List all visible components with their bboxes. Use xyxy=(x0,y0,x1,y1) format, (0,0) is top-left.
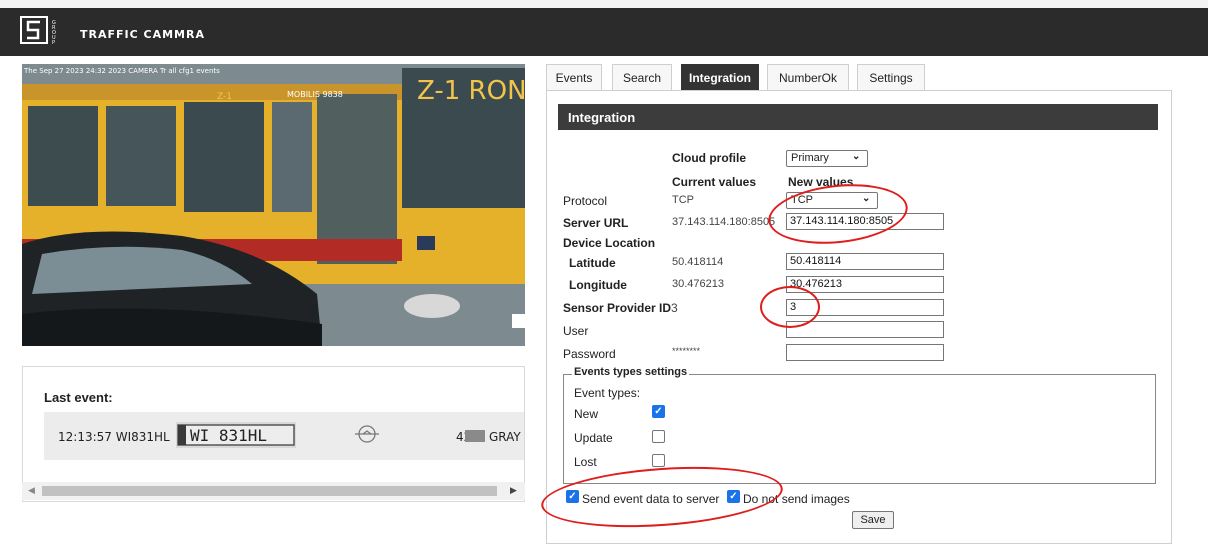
app-logo: G R O U P xyxy=(20,16,64,46)
longitude-current: 30.476213 xyxy=(672,278,724,290)
svg-text:Z-1: Z-1 xyxy=(217,92,232,102)
sensor-provider-current: 3 xyxy=(671,301,678,315)
scroll-right-icon[interactable]: ▶ xyxy=(510,485,517,496)
vehicle-color-swatch xyxy=(465,430,485,442)
section-title: Integration xyxy=(558,104,1158,130)
tab-search[interactable]: Search xyxy=(612,64,672,90)
tab-settings[interactable]: Settings xyxy=(857,64,925,90)
event-type-update-label: Update xyxy=(574,431,613,445)
cloud-profile-label: Cloud profile xyxy=(672,151,746,165)
event-type-lost-label: Lost xyxy=(574,455,597,469)
sensor-provider-label: Sensor Provider ID xyxy=(563,301,672,315)
password-label: Password xyxy=(563,347,616,361)
latitude-input[interactable]: 50.418114 xyxy=(786,253,944,270)
user-label: User xyxy=(563,324,589,338)
chevron-down-icon: ⌄ xyxy=(852,151,861,162)
scroll-left-icon[interactable]: ◀ xyxy=(28,485,35,496)
event-types-legend: Events types settings xyxy=(572,366,690,378)
tab-events[interactable]: Events xyxy=(546,64,602,90)
app-title: TRAFFIC CAMMRA xyxy=(80,28,205,41)
server-url-label: Server URL xyxy=(563,216,629,230)
event-type-new-label: New xyxy=(574,407,599,421)
event-types-label: Event types: xyxy=(574,386,641,400)
event-time-plate: 12:13:57 WI831HL xyxy=(58,430,170,444)
event-type-update-checkbox[interactable] xyxy=(652,430,665,443)
user-input[interactable] xyxy=(786,321,944,338)
device-location-label: Device Location xyxy=(563,236,656,250)
save-button[interactable]: Save xyxy=(852,511,894,529)
svg-text:Z-1 RONDO: Z-1 RONDO xyxy=(417,76,525,106)
camera-snapshot: Z-1 RONDO Z-1 MOBILIS 9838 The Sep 27 20… xyxy=(22,64,525,346)
annotation-ellipse xyxy=(760,286,820,328)
password-input[interactable] xyxy=(786,344,944,361)
svg-text:WI 831HL: WI 831HL xyxy=(190,426,267,445)
protocol-label: Protocol xyxy=(563,194,608,208)
vehicle-color-name: GRAY xyxy=(489,430,521,444)
tab-numberok[interactable]: NumberOk xyxy=(767,64,849,90)
protocol-current: TCP xyxy=(672,194,694,206)
longitude-label: Longitude xyxy=(569,278,627,292)
top-strip xyxy=(0,0,1208,8)
latitude-label: Latitude xyxy=(569,256,616,270)
svg-text:MOBILIS 9838: MOBILIS 9838 xyxy=(287,90,343,99)
tab-integration[interactable]: Integration xyxy=(681,64,759,90)
latitude-current: 50.418114 xyxy=(672,256,724,268)
password-current: ******** xyxy=(672,346,701,356)
current-values-header: Current values xyxy=(672,175,757,189)
server-url-current: 37.143.114.180:8505 xyxy=(672,216,776,228)
event-type-new-checkbox[interactable]: ✓ xyxy=(652,405,665,418)
svg-text:P: P xyxy=(52,40,55,44)
event-type-lost-checkbox[interactable] xyxy=(652,454,665,467)
car-brand-logo-icon xyxy=(354,424,380,444)
scrollbar-thumb[interactable] xyxy=(42,486,497,496)
event-types-fieldset xyxy=(563,374,1156,484)
plate-image: WI 831HL xyxy=(176,422,296,448)
camera-overlay-text: The Sep 27 2023 24:32 2023 CAMERA Tr all… xyxy=(23,67,220,75)
last-event-heading: Last event: xyxy=(44,390,113,405)
